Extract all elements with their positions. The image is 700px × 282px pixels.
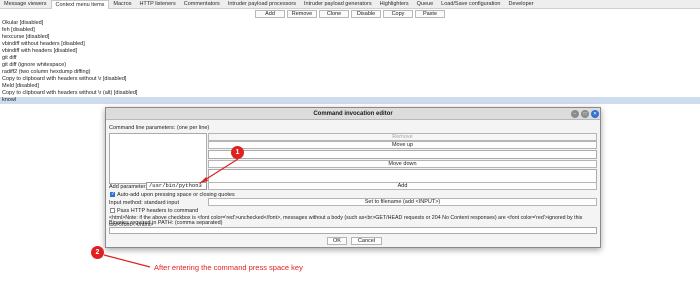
annotation-arrows xyxy=(103,158,239,268)
annotation-marker-1: 1 xyxy=(231,146,244,159)
annotation-marker-2: 2 xyxy=(91,246,104,259)
annotation-arrowhead-1 xyxy=(200,177,208,183)
annotation-text: After entering the command press space k… xyxy=(154,263,303,272)
annotation-arrow-2 xyxy=(103,254,151,268)
